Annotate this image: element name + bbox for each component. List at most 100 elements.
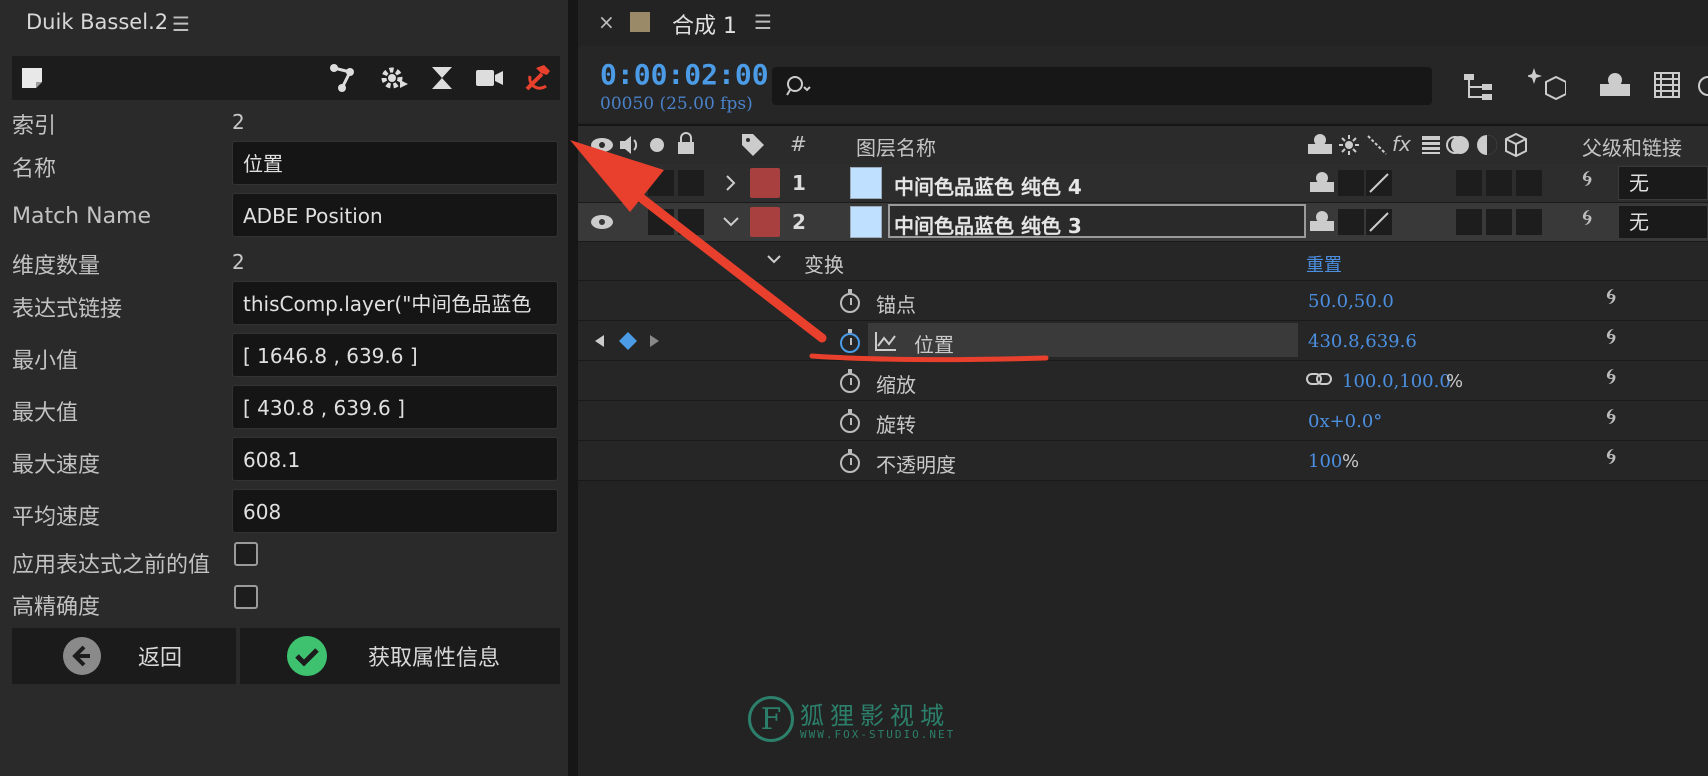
reset-link[interactable]: 重置 [1306,251,1342,277]
property-row-anchor[interactable]: 锚点 50.0,50.0 🌀︎ [578,281,1708,321]
keyframe-diamond-icon[interactable] [618,331,638,351]
rigging-icon[interactable] [328,62,360,94]
pick-whip-icon[interactable]: 🌀︎ [1606,325,1616,350]
label-color-swatch[interactable] [750,168,780,198]
av-switch[interactable] [678,170,704,196]
property-row-scale[interactable]: 缩放 100.0,100.0 % 🌀︎ [578,361,1708,401]
rotation-value[interactable]: 0x+0.0° [1308,411,1382,432]
expression-link-field[interactable]: thisComp.layer("中间色品蓝色 [232,281,558,325]
collapse-switch[interactable] [1338,209,1364,235]
graph-editor-icon[interactable] [874,330,898,352]
stopwatch-icon[interactable] [840,409,860,433]
switch-cell[interactable] [1486,209,1512,235]
adjustment-layer-icon[interactable] [1476,134,1498,156]
high-precision-checkbox[interactable] [234,585,258,609]
shy-layers-icon[interactable] [1598,70,1632,100]
shy-switch-icon[interactable] [1310,170,1334,196]
shy-icon[interactable] [1308,132,1332,158]
switch-cell[interactable] [1456,170,1482,196]
frame-blend-col-icon[interactable] [1420,134,1442,156]
visibility-eye-icon[interactable] [590,213,614,231]
property-row-position[interactable]: 位置 430.8,639.6 🌀︎ [578,321,1708,361]
3d-layer-icon[interactable] [1504,132,1528,158]
av-switch[interactable] [648,170,674,196]
collapse-sun-icon[interactable] [1338,134,1360,156]
automation-gear-icon[interactable] [378,62,410,94]
solo-icon[interactable] [650,138,664,152]
quality-icon[interactable] [1366,134,1388,156]
current-time[interactable]: 0:00:02:00 [600,58,769,91]
hammer-sickle-icon[interactable] [522,62,554,94]
stopwatch-icon[interactable] [840,369,860,393]
constrain-link-icon[interactable] [1306,371,1332,389]
motion-blur-icon[interactable] [1698,74,1708,98]
layer-name[interactable]: 中间色品蓝色 纯色 3 [894,210,1082,239]
search-input[interactable] [772,67,1432,105]
layer-name[interactable]: 中间色品蓝色 纯色 4 [894,171,1082,200]
label-tag-icon[interactable] [740,132,766,158]
expand-chevron-right-icon[interactable] [724,174,738,192]
flowchart-icon[interactable] [1462,70,1498,102]
layer-row-1[interactable]: 1 中间色品蓝色 纯色 4 🌀︎ 无 [578,164,1708,203]
3d-draft-icon[interactable] [1528,66,1566,102]
scale-value[interactable]: 100.0,100.0 [1342,371,1451,392]
expand-chevron-down-icon[interactable] [722,215,740,229]
audio-speaker-icon[interactable] [618,134,642,156]
panel-divider[interactable] [568,0,578,776]
max-speed-field[interactable]: 608.1 [232,437,558,481]
stopwatch-icon[interactable] [840,289,860,313]
anchor-value[interactable]: 50.0,50.0 [1308,291,1394,312]
switch-cell[interactable] [1456,209,1482,235]
transform-group-row[interactable]: 变换 重置 [578,242,1708,281]
label-color-swatch[interactable] [750,207,780,237]
tab-close-icon[interactable]: × [598,10,615,34]
get-info-button[interactable]: 获取属性信息 [240,628,560,684]
switch-cell[interactable] [1516,209,1542,235]
position-value[interactable]: 430.8,639.6 [1308,331,1417,352]
back-button[interactable]: 返回 [12,628,236,684]
lock-icon[interactable] [676,132,696,156]
video-eye-icon[interactable] [590,134,614,156]
stopwatch-icon[interactable] [840,449,860,473]
parent-dropdown[interactable]: 无 [1618,205,1708,239]
tab-menu-icon[interactable]: ☰ [754,10,772,34]
pre-expression-checkbox[interactable] [234,542,258,566]
parent-dropdown[interactable]: 无 [1618,166,1708,200]
header-parent-link[interactable]: 父级和链接 [1582,132,1682,161]
pick-whip-icon[interactable]: 🌀︎ [1606,405,1616,430]
avg-speed-field[interactable]: 608 [232,489,558,533]
motion-blur-col-icon[interactable] [1446,132,1472,158]
shy-switch-icon[interactable] [1310,209,1334,235]
pick-whip-icon[interactable]: 🌀︎ [1606,445,1616,470]
pick-whip-icon[interactable]: 🌀︎ [1582,167,1592,192]
hourglass-icon[interactable] [426,62,458,94]
prev-keyframe-icon[interactable] [592,333,606,349]
switch-cell[interactable] [1516,170,1542,196]
name-field[interactable]: 位置 [232,141,558,185]
panel-menu-icon[interactable]: ☰ [172,12,190,36]
pick-whip-icon[interactable]: 🌀︎ [1606,285,1616,310]
stopwatch-active-icon[interactable] [840,329,860,353]
collapse-switch[interactable] [1338,170,1364,196]
switch-cell[interactable] [1486,170,1512,196]
av-switch[interactable] [678,209,704,235]
match-name-field[interactable]: ADBE Position [232,193,558,237]
header-layer-name[interactable]: 图层名称 [856,132,936,161]
quality-switch-icon[interactable] [1366,170,1392,196]
quality-switch-icon[interactable] [1366,209,1392,235]
opacity-value[interactable]: 100 [1308,451,1342,472]
note-icon[interactable] [16,62,48,94]
layer-row-2[interactable]: 2 中间色品蓝色 纯色 3 🌀︎ 无 [578,203,1708,242]
pick-whip-icon[interactable]: 🌀︎ [1582,206,1592,231]
pick-whip-icon[interactable]: 🌀︎ [1606,365,1616,390]
frame-blending-icon[interactable] [1652,70,1682,100]
max-value-field[interactable]: [ 430.8 , 639.6 ] [232,385,558,429]
expand-chevron-down-icon[interactable] [766,254,782,266]
next-keyframe-icon[interactable] [648,333,662,349]
min-value-field[interactable]: [ 1646.8 , 639.6 ] [232,333,558,377]
av-switch[interactable] [648,209,674,235]
camera-icon[interactable] [474,62,506,94]
property-row-rotation[interactable]: 旋转 0x+0.0° 🌀︎ [578,401,1708,441]
property-row-opacity[interactable]: 不透明度 100 % 🌀︎ [578,441,1708,481]
header-fx[interactable]: fx [1392,132,1411,156]
